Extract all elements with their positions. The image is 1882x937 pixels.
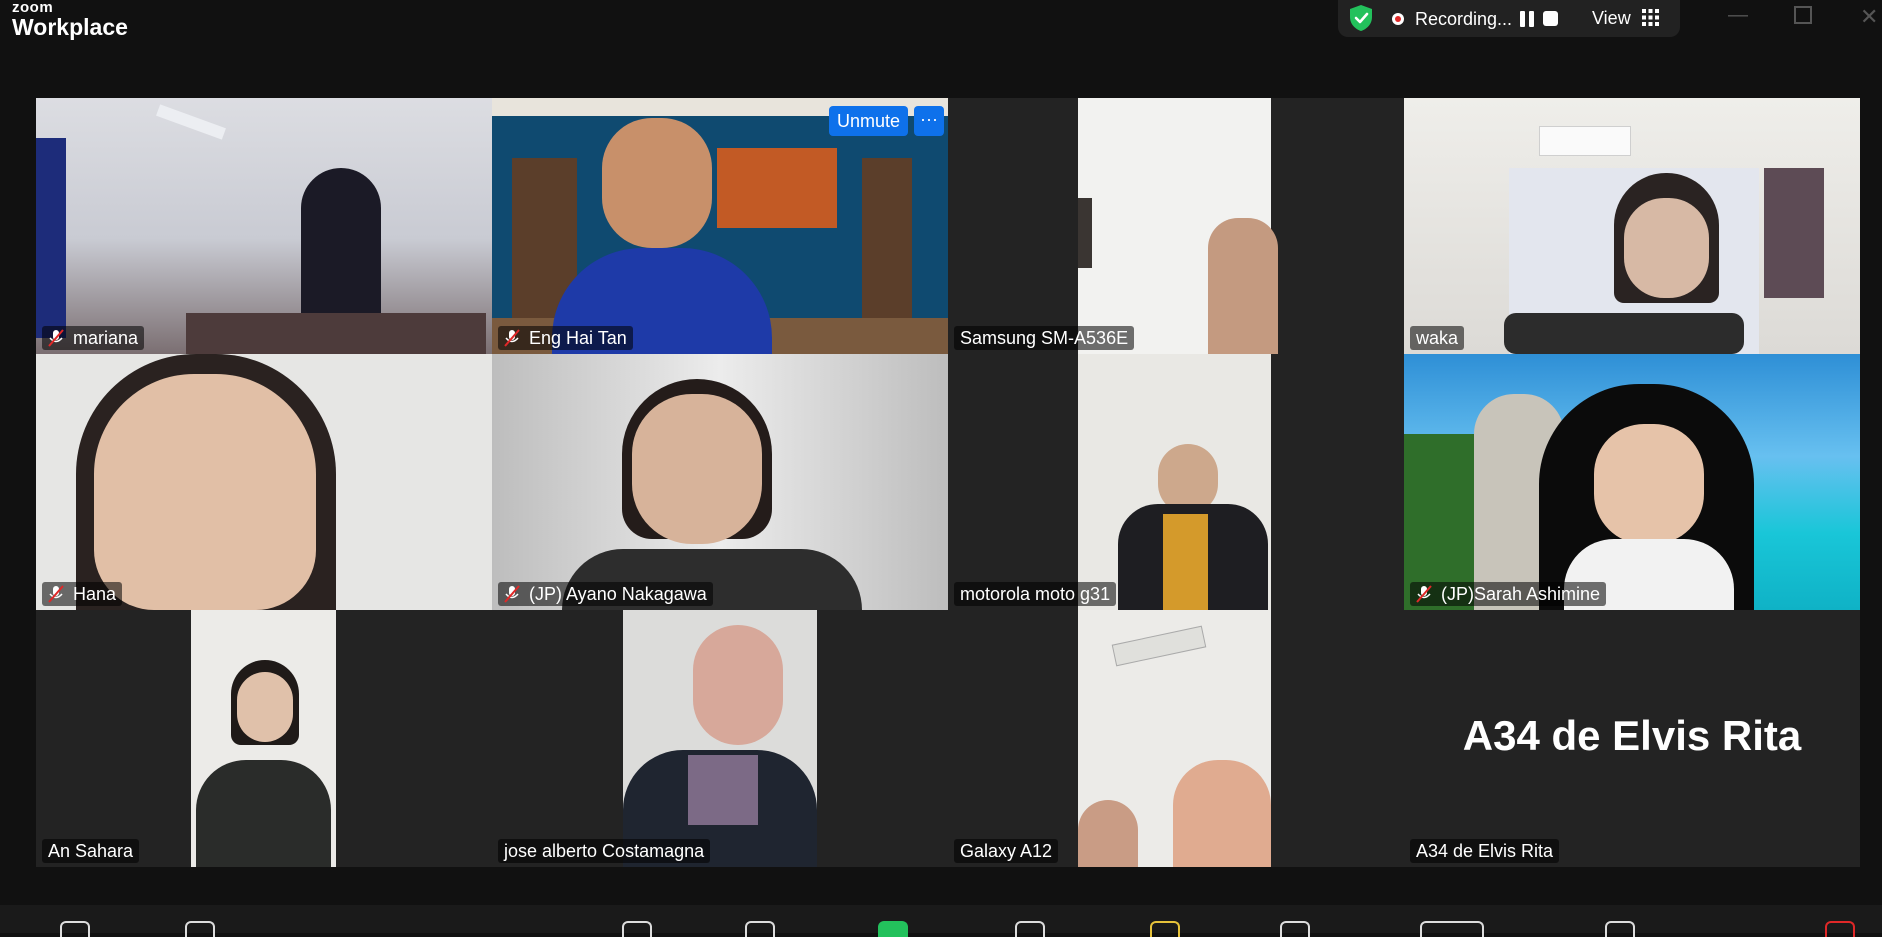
- pause-recording-button[interactable]: [1520, 11, 1534, 27]
- video-gallery: mariana Unmute ··· Eng Hai Tan Samsung S…: [36, 98, 1860, 867]
- muted-mic-icon: [48, 585, 64, 603]
- participant-name: Galaxy A12: [960, 840, 1053, 861]
- more-options-button[interactable]: ···: [914, 106, 944, 136]
- recording-dot-icon: [1392, 13, 1404, 25]
- participant-name: waka: [1416, 327, 1459, 348]
- participant-video: [492, 98, 948, 354]
- participant-name-tag: waka: [1410, 326, 1465, 350]
- participant-name-tag: (JP) Ayano Nakagawa: [498, 582, 713, 606]
- participant-tile-motorola-moto-g31[interactable]: motorola moto g31: [948, 354, 1404, 610]
- security-toolbar-icon[interactable]: [1015, 921, 1045, 937]
- leave-meeting-toolbar-icon[interactable]: [1825, 921, 1855, 937]
- unmute-button[interactable]: Unmute: [828, 106, 908, 136]
- meeting-toolbar: [0, 905, 1882, 937]
- logo-workplace-text: Workplace: [12, 14, 128, 40]
- recording-panel: Recording... View: [1338, 0, 1680, 37]
- participants-toolbar-icon[interactable]: [622, 921, 652, 937]
- participant-tile-waka[interactable]: waka: [1404, 98, 1860, 354]
- ai-companion-toolbar-icon[interactable]: [1150, 921, 1180, 937]
- participant-name: Hana: [73, 583, 117, 604]
- video-off-name: A34 de Elvis Rita: [1462, 712, 1802, 759]
- title-bar: zoom Workplace Recording... View — ✕: [0, 0, 1882, 52]
- participant-name: jose alberto Costamagna: [504, 840, 705, 861]
- stop-recording-button[interactable]: [1543, 11, 1558, 26]
- participant-name-tag: jose alberto Costamagna: [498, 839, 711, 863]
- participant-name: (JP)Sarah Ashimine: [1441, 583, 1601, 604]
- participant-name: An Sahara: [48, 840, 134, 861]
- participant-name: Samsung SM-A536E: [960, 327, 1129, 348]
- logo-zoom-text: zoom: [12, 0, 54, 16]
- participant-name-tag: Samsung SM-A536E: [954, 326, 1135, 350]
- muted-mic-icon: [1416, 585, 1432, 603]
- video-toolbar-icon[interactable]: [185, 921, 215, 937]
- participant-video: [1404, 98, 1860, 354]
- participant-tile-eng-hai-tan[interactable]: Unmute ··· Eng Hai Tan: [492, 98, 948, 354]
- participant-video: [36, 98, 492, 354]
- participant-video: [1078, 98, 1278, 354]
- participant-name-tag: Galaxy A12: [954, 839, 1059, 863]
- participant-name: mariana: [73, 327, 139, 348]
- participant-tile-galaxy-a12[interactable]: Galaxy A12: [948, 610, 1404, 867]
- muted-mic-icon: [48, 329, 64, 347]
- participant-video: [623, 610, 817, 867]
- participant-video: [1078, 610, 1271, 867]
- security-shield-icon[interactable]: [1348, 4, 1374, 32]
- reactions-toolbar-icon[interactable]: [1280, 921, 1310, 937]
- muted-mic-icon: [504, 585, 520, 603]
- participant-video: [1404, 354, 1860, 610]
- participant-tile-samsung-sm-a536e[interactable]: Samsung SM-A536E: [948, 98, 1404, 354]
- participant-tile-ayano-nakagawa[interactable]: (JP) Ayano Nakagawa: [492, 354, 948, 610]
- participant-video: [191, 610, 336, 867]
- participant-tile-mariana[interactable]: mariana: [36, 98, 492, 354]
- gallery-view-icon[interactable]: [1642, 9, 1659, 26]
- participant-tile-jose-alberto-costamagna[interactable]: jose alberto Costamagna: [492, 610, 948, 867]
- chat-toolbar-icon[interactable]: [745, 921, 775, 937]
- participant-video: [1078, 354, 1271, 610]
- participant-video: [492, 354, 948, 610]
- participant-name-tag: mariana: [42, 326, 145, 350]
- recording-status: Recording...: [1415, 9, 1513, 29]
- participant-name: A34 de Elvis Rita: [1416, 840, 1554, 861]
- participant-tile-sarah-ashimine[interactable]: (JP)Sarah Ashimine: [1404, 354, 1860, 610]
- participant-name-tag: (JP)Sarah Ashimine: [1410, 582, 1607, 606]
- restore-window-icon[interactable]: [1794, 6, 1812, 24]
- more-toolbar-icon[interactable]: [1605, 921, 1635, 937]
- participant-tile-a34-de-elvis-rita[interactable]: A34 de Elvis Rita A34 de Elvis Rita: [1404, 610, 1860, 867]
- audio-toolbar-icon[interactable]: [60, 921, 90, 937]
- minimize-window-icon[interactable]: —: [1728, 4, 1748, 27]
- close-window-icon[interactable]: ✕: [1860, 4, 1878, 30]
- muted-mic-icon: [504, 329, 520, 347]
- participant-name-tag: A34 de Elvis Rita: [1410, 839, 1560, 863]
- share-screen-toolbar-icon[interactable]: [878, 921, 908, 937]
- participant-name: motorola moto g31: [960, 583, 1111, 604]
- apps-toolbar-icon[interactable]: [1420, 921, 1484, 937]
- participant-name: (JP) Ayano Nakagawa: [529, 583, 707, 604]
- participant-video: [36, 354, 492, 610]
- participant-name-tag: An Sahara: [42, 839, 140, 863]
- view-button[interactable]: View: [1592, 8, 1631, 29]
- participant-name: Eng Hai Tan: [529, 327, 627, 348]
- participant-name-tag: Hana: [42, 582, 123, 606]
- participant-tile-an-sahara[interactable]: An Sahara: [36, 610, 492, 867]
- zoom-logo: zoom Workplace: [12, 0, 128, 39]
- participant-tile-hana[interactable]: Hana: [36, 354, 492, 610]
- participant-name-tag: Eng Hai Tan: [498, 326, 633, 350]
- participant-name-tag: motorola moto g31: [954, 582, 1117, 606]
